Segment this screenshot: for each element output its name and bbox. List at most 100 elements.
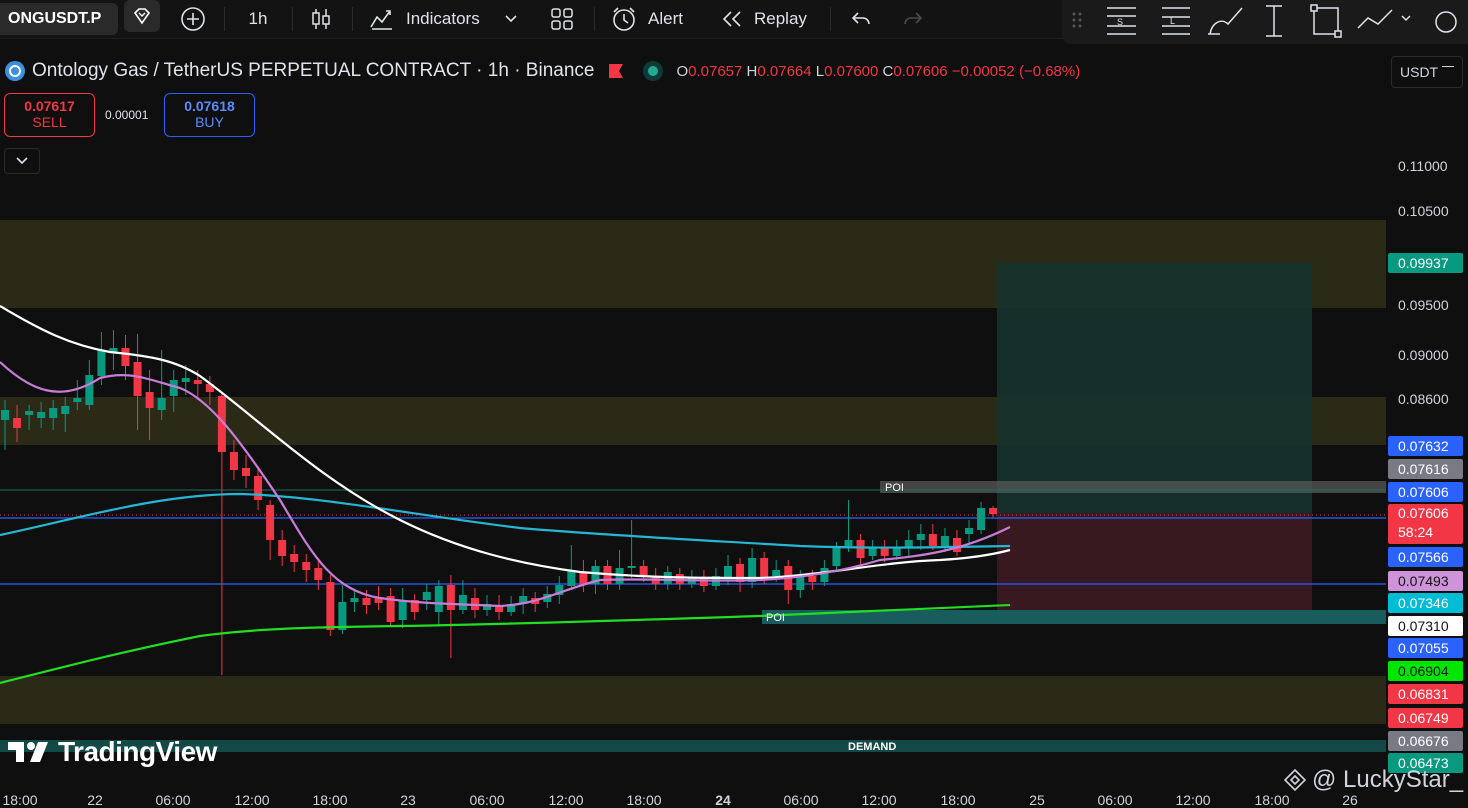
candle-body: [133, 362, 142, 396]
symbol-search-button[interactable]: ONGUSDT.P: [0, 0, 160, 35]
replay-button[interactable]: Replay: [720, 3, 820, 35]
time-tick-label: 18:00: [940, 792, 976, 808]
supply-zone-lower: [0, 397, 1386, 445]
close-key: C: [882, 62, 894, 80]
price-badge: 0.07606 58:24: [1388, 504, 1463, 544]
buy-price: 0.07618: [184, 98, 235, 114]
moving-averages: [0, 305, 1011, 685]
candle-body: [278, 540, 287, 556]
candle-body: [615, 568, 624, 584]
replay-icon: [722, 11, 741, 27]
currency-select[interactable]: USDT: [1391, 56, 1463, 88]
candle-body: [109, 348, 118, 352]
buy-label: BUY: [195, 114, 224, 130]
candle-body: [977, 508, 986, 530]
undo-icon[interactable]: [848, 3, 874, 35]
fib-retracement-icon[interactable]: S: [1107, 7, 1136, 35]
supply-zone-upper: [0, 220, 1386, 308]
sell-button[interactable]: 0.07617 SELL: [4, 93, 95, 137]
eye-icon[interactable]: [1435, 11, 1457, 33]
compare-add-icon[interactable]: [178, 3, 208, 35]
candle-body: [193, 380, 202, 384]
candle-body: [916, 534, 925, 540]
candle-body: [639, 566, 648, 576]
time-tick-label: 06:00: [783, 792, 819, 808]
alert-button[interactable]: Alert: [610, 3, 700, 35]
time-tick-label: 12:00: [234, 792, 270, 808]
demand-zone-lower: [0, 676, 1386, 724]
price-badge: 0.09937: [1388, 253, 1463, 273]
author-credit: @ LuckyStar_: [1284, 766, 1463, 794]
symbol-name: ONGUSDT.P: [8, 10, 102, 27]
price-badge: 0.07346: [1388, 593, 1463, 613]
indicators-button[interactable]: Indicators: [368, 3, 528, 35]
candle-body: [410, 600, 419, 612]
time-tick-label: 24: [715, 792, 731, 808]
candle-body: [904, 540, 913, 548]
position-profit-zone[interactable]: [997, 263, 1312, 513]
time-tick-label: 18:00: [1254, 792, 1290, 808]
candle-body: [205, 384, 214, 392]
candle-body: [266, 505, 275, 540]
candle-body: [591, 566, 600, 584]
candle-body: [772, 570, 781, 576]
candle-body: [290, 554, 299, 562]
redo-icon[interactable]: [900, 3, 926, 35]
candle-body: [724, 566, 732, 578]
low-key: L: [815, 62, 825, 80]
flag-icon[interactable]: [608, 63, 624, 79]
position-loss-zone[interactable]: [997, 513, 1312, 610]
measure-icon[interactable]: [1266, 5, 1282, 37]
candle-body: [169, 380, 178, 396]
market-status-icon[interactable]: [642, 60, 664, 82]
candle-body: [868, 548, 877, 556]
layouts-grid-icon[interactable]: [548, 3, 576, 35]
drag-handle-icon[interactable]: [1072, 12, 1082, 28]
brush-icon[interactable]: [1208, 7, 1243, 35]
replay-label: Replay: [754, 9, 807, 28]
candle-body: [350, 598, 359, 602]
candle-body: [483, 604, 491, 610]
candle-body: [386, 596, 395, 622]
candle-body: [675, 574, 684, 584]
price-tick-label: 0.09000: [1398, 347, 1449, 363]
candle-body: [398, 600, 407, 620]
sell-label: SELL: [32, 114, 67, 130]
rectangle-icon[interactable]: [1310, 4, 1342, 38]
time-tick-label: 06:00: [1097, 792, 1133, 808]
time-tick-label: 26: [1342, 792, 1358, 808]
favorite-diamond-icon[interactable]: [124, 0, 160, 32]
candle-body: [952, 538, 961, 552]
candle-body: [507, 604, 516, 612]
candle-body: [85, 375, 94, 405]
candle-body: [567, 570, 576, 586]
tradingview-wordmark: TradingView: [58, 736, 217, 767]
price-tick-label: 0.09500: [1398, 297, 1449, 313]
poi-zone-lower: [762, 610, 1386, 624]
candle-body: [25, 411, 34, 415]
binance-diamond-icon: [1284, 769, 1306, 791]
change-value: −0.00052 (−0.68%): [951, 62, 1081, 80]
candles-chart-type-icon[interactable]: [306, 3, 336, 35]
price-tick-label: 0.10500: [1398, 203, 1449, 219]
candle-body: [543, 594, 552, 602]
long-position-icon[interactable]: L: [1162, 7, 1190, 35]
candle-body: [579, 572, 588, 584]
timeframe-button[interactable]: 1h: [238, 3, 278, 35]
candle-body: [362, 598, 371, 605]
path-icon[interactable]: [1357, 9, 1411, 29]
candle-body: [736, 564, 745, 582]
spread-value: 0.00001: [105, 108, 149, 122]
candle-body: [784, 566, 793, 590]
sell-price: 0.07617: [24, 98, 75, 114]
candle-body: [458, 595, 467, 610]
time-tick-label: 12:00: [1175, 792, 1211, 808]
open-value: 0.07657: [688, 62, 743, 80]
candle-body: [555, 585, 564, 595]
close-value: 0.07606: [893, 62, 948, 80]
chevron-down-icon: [16, 157, 28, 165]
candle-body: [603, 566, 612, 584]
svg-text:S: S: [1117, 17, 1123, 27]
buy-button[interactable]: 0.07618 BUY: [164, 93, 255, 137]
collapse-legend-button[interactable]: [4, 148, 40, 174]
